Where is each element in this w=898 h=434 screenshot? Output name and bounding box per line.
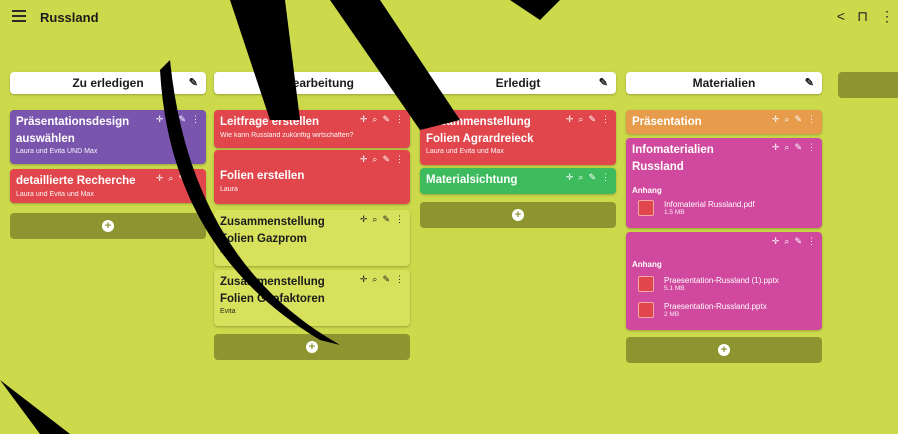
overlay-marks (0, 0, 560, 434)
